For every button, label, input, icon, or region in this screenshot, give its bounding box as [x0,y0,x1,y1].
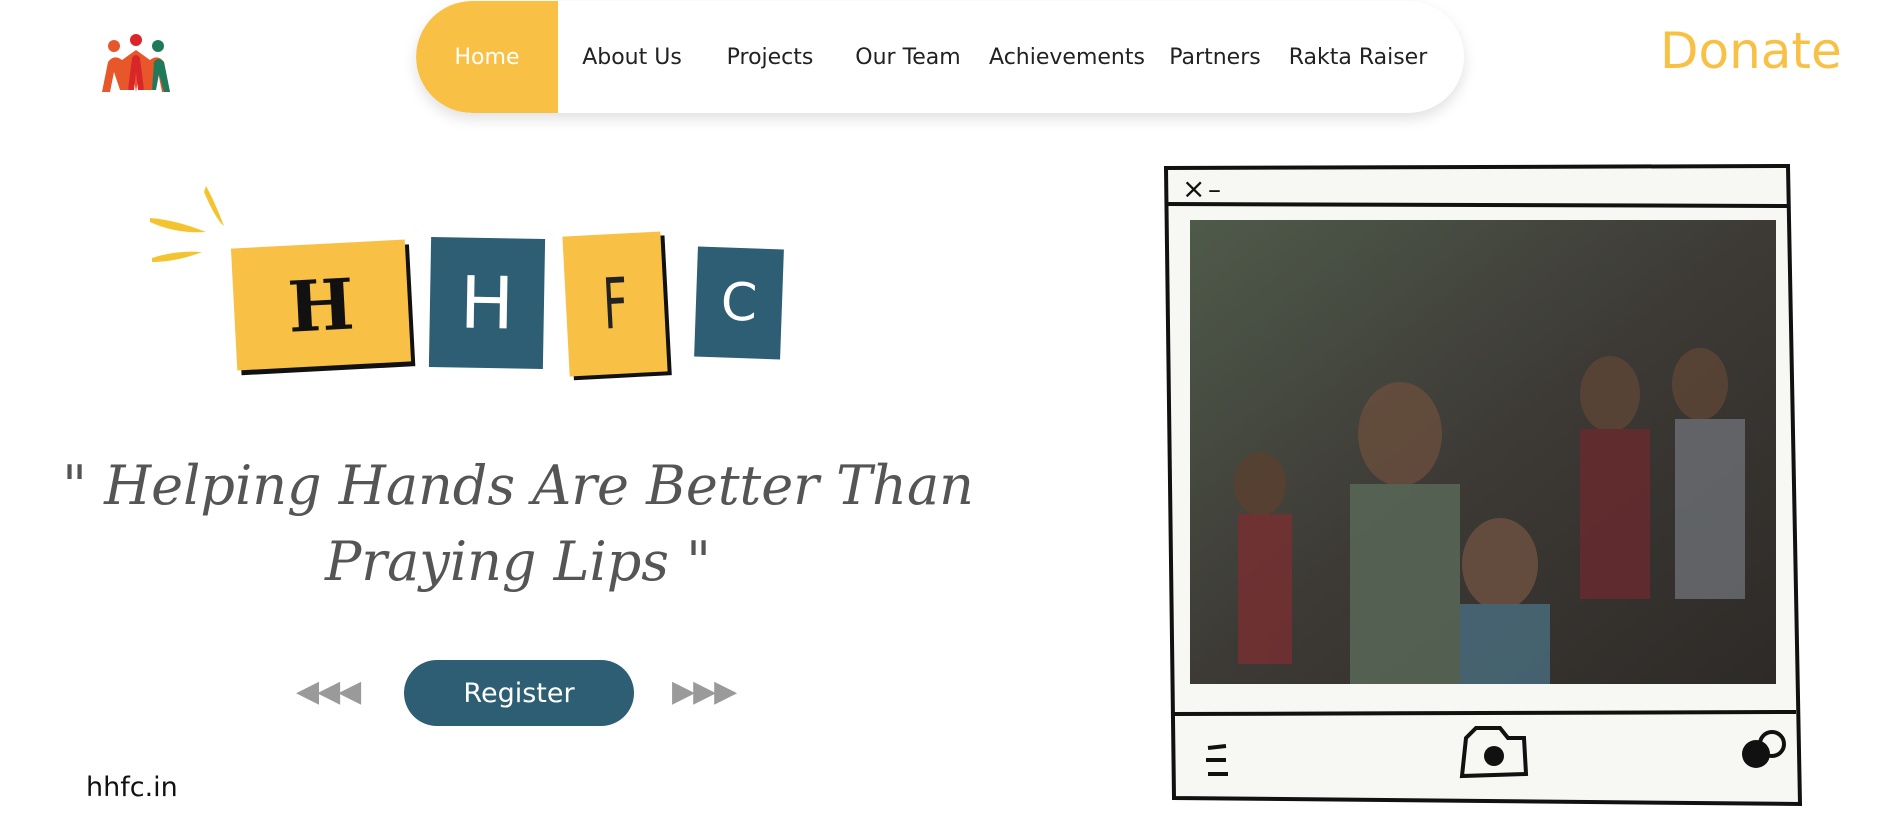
nav-home[interactable]: Home [416,1,558,113]
left-arrows-icon: ◀◀◀ [296,674,361,709]
nav-our-team[interactable]: Our Team [834,1,982,113]
donate-link[interactable]: Donate [1660,22,1842,80]
tile-letter: H [285,261,357,349]
site-url: hhfc.in [86,772,178,803]
window-close-icon[interactable]: × [1182,172,1205,205]
nav-projects[interactable]: Projects [706,1,834,113]
logo-icon[interactable] [96,32,176,96]
main-navbar: Home About Us Projects Our Team Achievem… [416,1,1464,113]
photo-frame: × – [1163,164,1803,807]
nav-rakta-raiser[interactable]: Rakta Raiser [1278,1,1438,113]
tile-f: F [562,231,668,377]
hero-quote: " Helping Hands Are Better Than Praying … [62,454,974,593]
tile-h-grunge: H [230,239,412,371]
tile-c: C [694,246,784,360]
spark-decoration-icon [150,186,224,262]
nav-achievements[interactable]: Achievements [982,1,1152,113]
tile-letter: H [459,260,515,346]
tile-letter: F [600,262,630,346]
right-arrows-icon: ▶▶▶ [672,674,737,709]
nav-partners[interactable]: Partners [1152,1,1278,113]
register-button[interactable]: Register [404,660,634,726]
tile-h: H [428,237,546,369]
tile-letter: C [719,272,759,334]
window-minimize-icon[interactable]: – [1208,175,1221,205]
nav-about-us[interactable]: About Us [558,1,706,113]
